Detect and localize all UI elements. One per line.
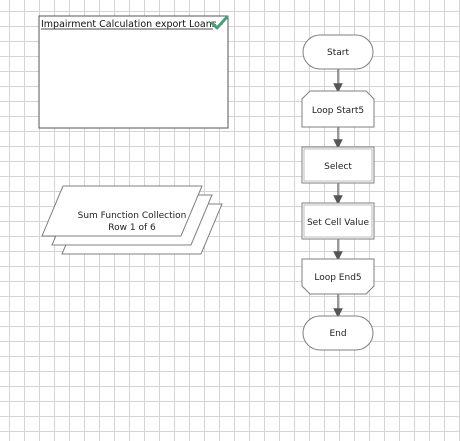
collection-stage[interactable]: Sum Function Collection Row 1 of 6: [41, 185, 223, 255]
start-stage[interactable]: Start: [302, 34, 374, 70]
set-cell-value-label: Set Cell Value: [307, 218, 370, 228]
select-stage[interactable]: Select: [301, 146, 375, 184]
loop-start-label: Loop Start5: [312, 106, 364, 116]
note-title: Impairment Calculation export Loans -: [41, 19, 223, 30]
collection-row-status: Row 1 of 6: [108, 223, 156, 233]
loop-start-stage[interactable]: Loop Start5: [301, 90, 375, 128]
diagram-svg: Impairment Calculation export Loans - Su…: [38, 15, 375, 351]
note-box[interactable]: Impairment Calculation export Loans -: [38, 15, 229, 129]
set-cell-value-stage[interactable]: Set Cell Value: [301, 202, 375, 240]
end-stage[interactable]: End: [302, 315, 374, 351]
select-label: Select: [324, 162, 352, 172]
loop-end-stage[interactable]: Loop End5: [301, 258, 375, 295]
start-label: Start: [327, 48, 349, 58]
loop-end-label: Loop End5: [314, 273, 361, 283]
end-label: End: [329, 329, 346, 339]
collection-name: Sum Function Collection: [78, 211, 187, 221]
diagram-canvas: Impairment Calculation export Loans - Su…: [0, 0, 460, 441]
